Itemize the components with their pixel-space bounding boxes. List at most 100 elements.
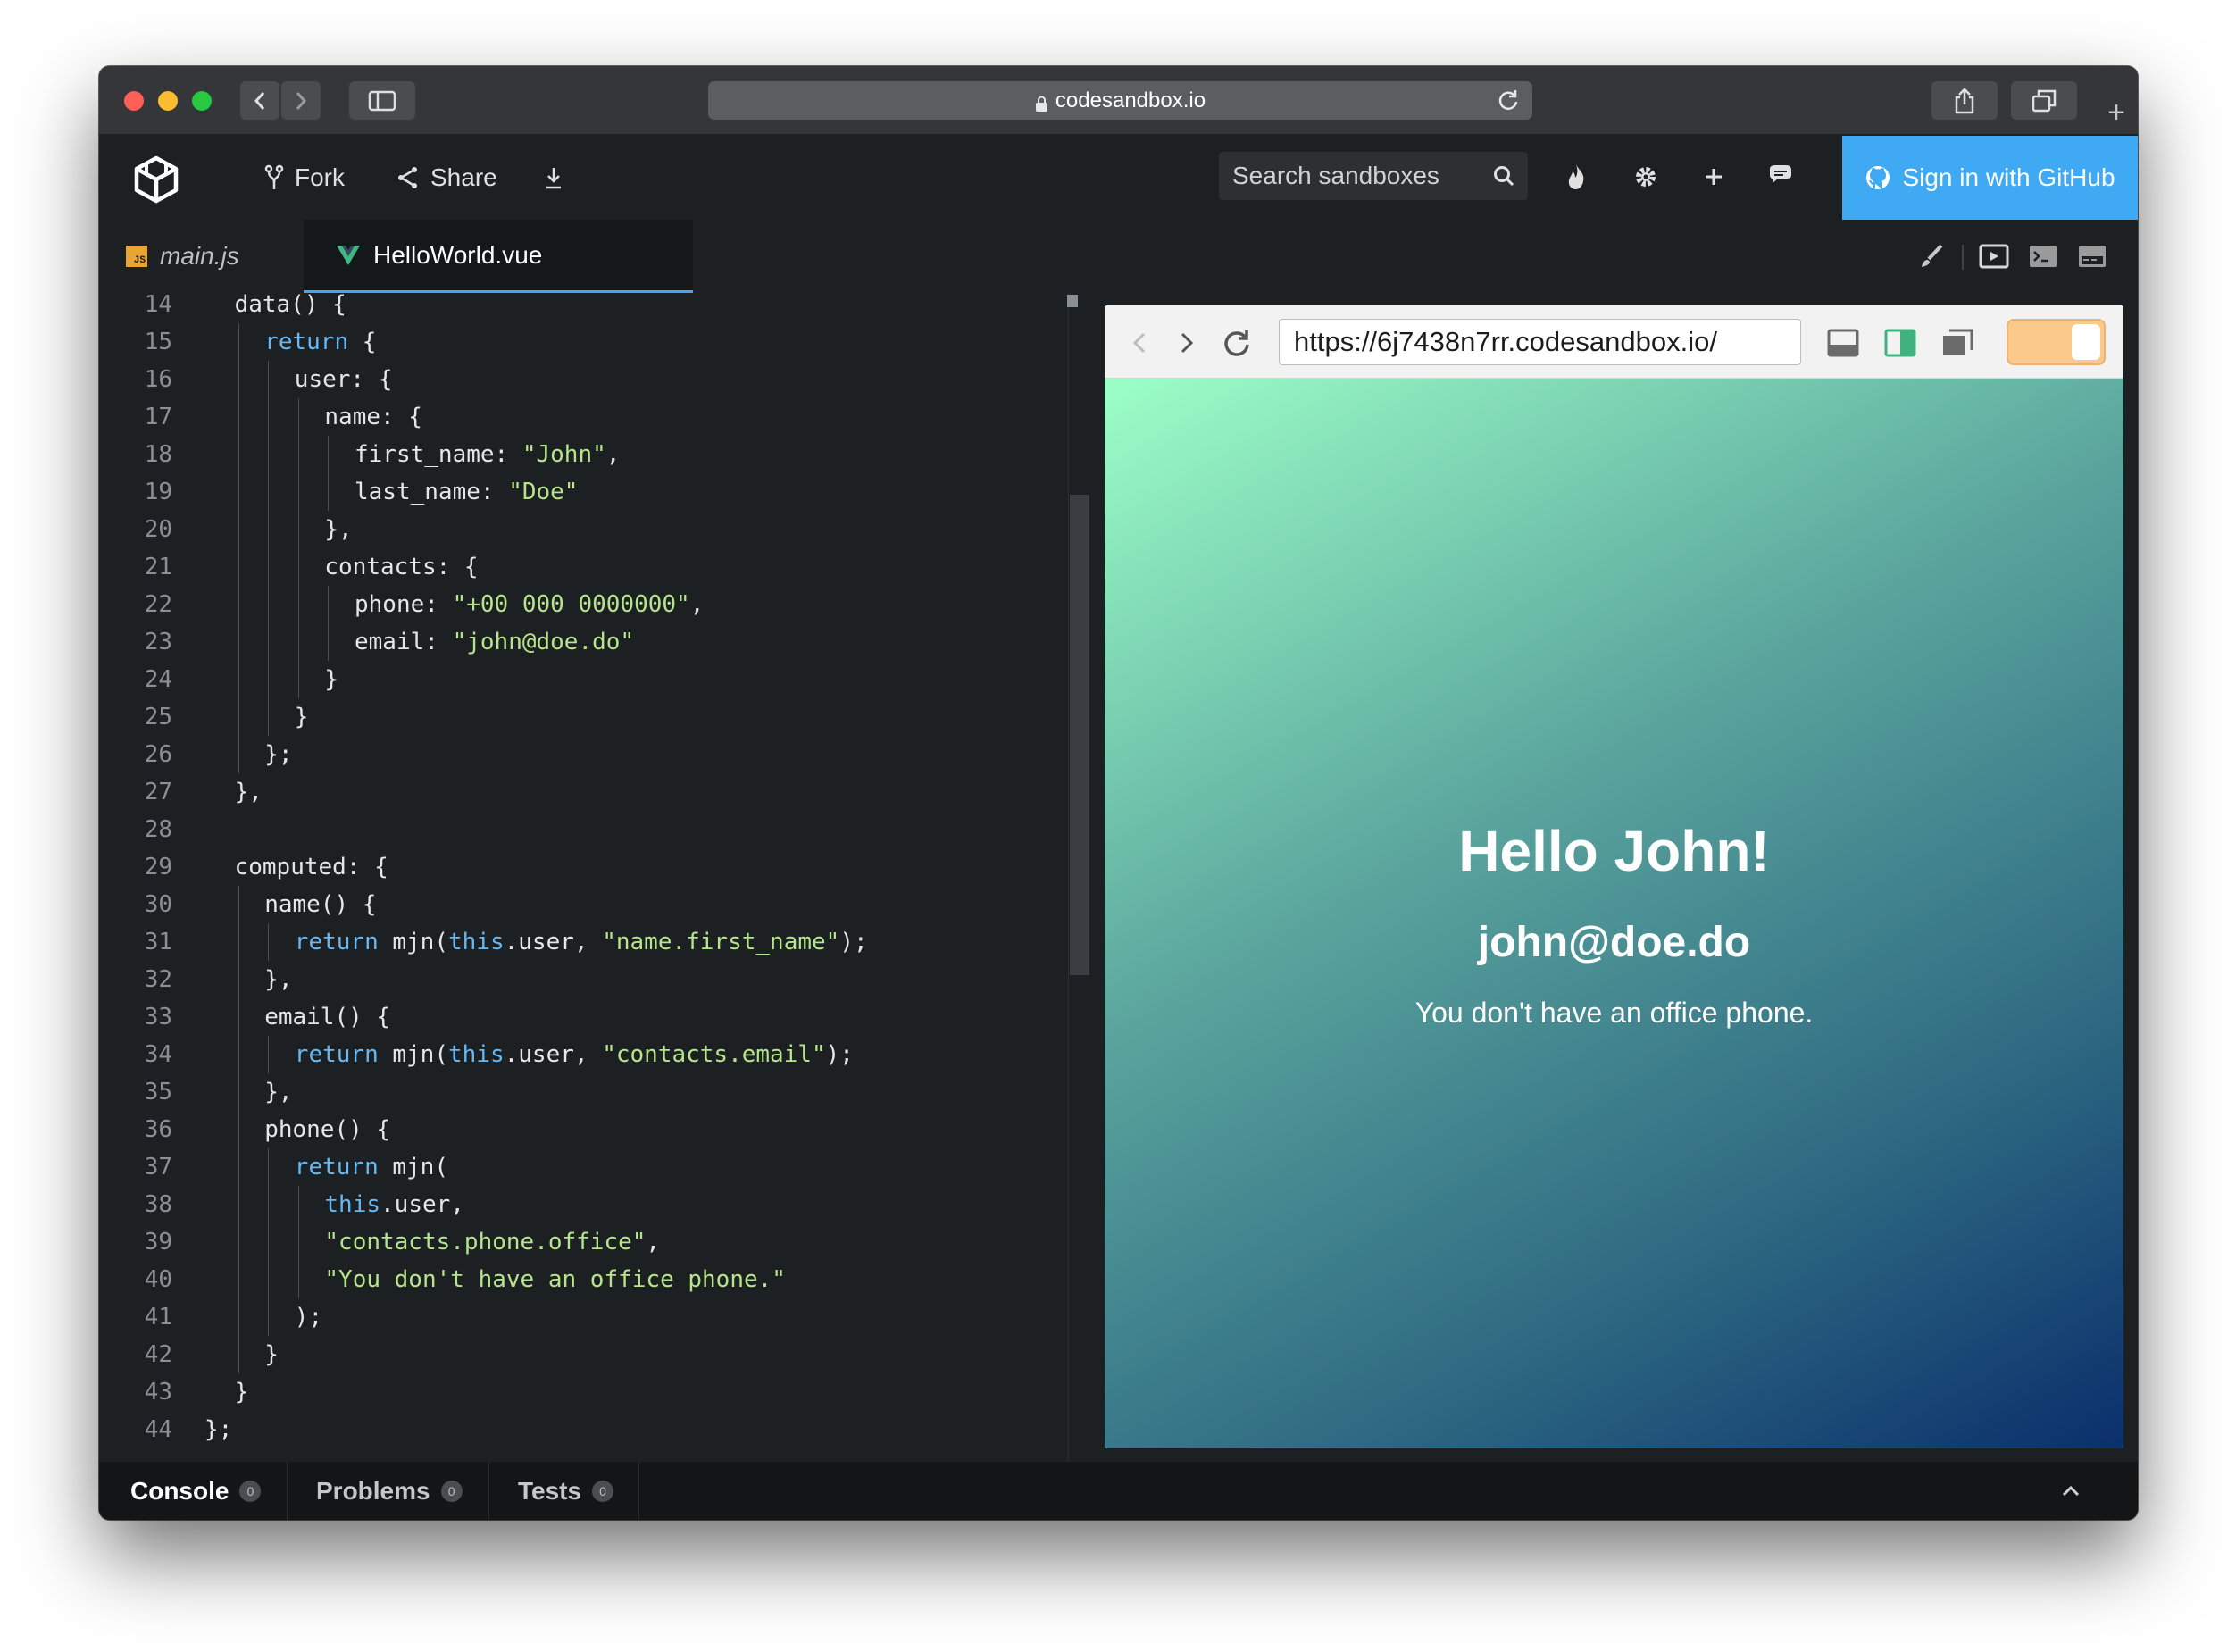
- minimize-window-button[interactable]: [158, 91, 178, 111]
- line-number: 14: [144, 293, 172, 318]
- indent-guide: [268, 1298, 270, 1336]
- layout-split-icon[interactable]: [1883, 327, 1917, 359]
- code-text: this.user,: [324, 1186, 464, 1223]
- title-bar: codesandbox.io +: [99, 66, 2138, 135]
- indent-guide: [238, 323, 239, 361]
- code-text: "You don't have an office phone.": [324, 1261, 786, 1298]
- preview-toggle-switch[interactable]: [2007, 319, 2106, 365]
- indent-guide: [238, 698, 239, 736]
- code-text: return {: [264, 323, 376, 361]
- layout-bottom-icon[interactable]: [1826, 327, 1860, 359]
- line-number: 40: [144, 1266, 172, 1293]
- gear-icon[interactable]: [1631, 162, 1661, 192]
- github-icon: [1866, 166, 1890, 189]
- indent-guide: [238, 886, 239, 923]
- line-number: 43: [144, 1379, 172, 1406]
- chat-icon[interactable]: [1765, 162, 1796, 192]
- download-icon: [546, 168, 561, 189]
- code-line: 23 email: "john@doe.do": [99, 623, 1068, 661]
- indent-guide: [268, 398, 270, 436]
- code-text: "contacts.phone.office",: [324, 1223, 660, 1261]
- share-button[interactable]: Share: [396, 160, 497, 196]
- close-window-button[interactable]: [124, 91, 144, 111]
- indent-guide: [238, 1336, 239, 1373]
- indent-guide: [238, 361, 239, 398]
- indent-guide: [238, 398, 239, 436]
- line-number: 28: [144, 816, 172, 843]
- sidebar-toggle-button[interactable]: [349, 81, 415, 120]
- phone-message: You don't have an office phone.: [1414, 997, 1814, 1029]
- forward-button[interactable]: [281, 81, 321, 120]
- code-line: 37 return mjn(: [99, 1148, 1068, 1186]
- code-line: 21 contacts: {: [99, 548, 1068, 586]
- plus-icon[interactable]: [1698, 162, 1729, 192]
- fork-button[interactable]: Fork: [264, 160, 345, 196]
- code-line: 39 "contacts.phone.office",: [99, 1223, 1068, 1261]
- preview-refresh-icon[interactable]: [1220, 327, 1254, 359]
- line-number: 34: [144, 1041, 172, 1068]
- terminal-icon[interactable]: [2028, 243, 2058, 270]
- tab-helloworld-vue[interactable]: HelloWorld.vue: [304, 220, 693, 293]
- new-tab-button[interactable]: +: [2095, 90, 2138, 135]
- code-line: 30 name() {: [99, 886, 1068, 923]
- preview-url-input[interactable]: https://6j7438n7rr.codesandbox.io/: [1279, 319, 1801, 365]
- indent-guide: [268, 1186, 270, 1223]
- code-line: 26};: [99, 736, 1068, 773]
- codesandbox-logo-icon[interactable]: [131, 154, 181, 204]
- line-number: 24: [144, 666, 172, 693]
- toolbar-divider: [1962, 245, 1964, 270]
- line-number: 27: [144, 779, 172, 805]
- console-layout-icon[interactable]: [2077, 243, 2107, 270]
- indent-guide: [268, 661, 270, 698]
- code-lines: 14 data() {15 return {16 user: {17 name: {18…: [99, 293, 1068, 1448]
- indent-guide: [238, 548, 239, 586]
- search-sandboxes-input[interactable]: Search sandboxes: [1219, 152, 1528, 200]
- editor-scrollbar-thumb[interactable]: [1070, 495, 1089, 975]
- code-line: 20},: [99, 511, 1068, 548]
- code-token: },: [264, 1079, 293, 1106]
- code-line: 28: [99, 811, 1068, 848]
- code-text: }: [295, 698, 309, 736]
- js-file-icon: JS: [126, 246, 147, 267]
- preview-forward-icon[interactable]: [1170, 327, 1204, 359]
- code-token: .user,: [504, 1041, 603, 1068]
- search-icon: [1494, 166, 1514, 187]
- indent-guide: [238, 1261, 239, 1298]
- sign-in-github-button[interactable]: Sign in with GitHub: [1842, 136, 2138, 220]
- code-token: "You don't have an office phone.": [324, 1266, 786, 1293]
- share-page-button[interactable]: [1931, 81, 1998, 120]
- layout-window-icon[interactable]: [1940, 327, 1974, 359]
- code-text: }: [324, 661, 338, 698]
- preview-back-icon[interactable]: [1122, 327, 1156, 359]
- code-editor[interactable]: 14 data() {15 return {16 user: {17 name: {18…: [99, 293, 1068, 1462]
- code-token: contacts: {: [324, 554, 479, 580]
- address-bar[interactable]: codesandbox.io: [708, 81, 1532, 120]
- tabs-overview-button[interactable]: [2011, 81, 2077, 120]
- code-line: 17 name: {: [99, 398, 1068, 436]
- code-text: }: [264, 1336, 279, 1373]
- code-token: }: [294, 704, 309, 730]
- paintbrush-icon[interactable]: [1916, 243, 1947, 270]
- tab-console[interactable]: Console 0: [130, 1462, 262, 1520]
- code-text: },: [264, 961, 292, 998]
- indent-guide: [297, 548, 299, 586]
- download-button[interactable]: [544, 160, 563, 196]
- indent-guide: [297, 623, 299, 661]
- code-token: this: [448, 929, 505, 955]
- indent-guide: [268, 361, 270, 398]
- maximize-window-button[interactable]: [192, 91, 212, 111]
- reload-icon[interactable]: [1497, 88, 1520, 112]
- tab-problems[interactable]: Problems 0: [316, 1462, 463, 1520]
- fork-label: Fork: [295, 163, 345, 191]
- code-token: },: [264, 966, 293, 993]
- code-text: computed: {: [235, 848, 388, 886]
- indent-guide: [268, 1036, 270, 1073]
- back-button[interactable]: [240, 81, 280, 120]
- chevron-up-icon[interactable]: [2057, 1478, 2084, 1505]
- preview-browser: https://6j7438n7rr.codesandbox.io/ Hello…: [1105, 305, 2123, 1448]
- indent-guide: [328, 623, 330, 661]
- flame-icon[interactable]: [1561, 162, 1591, 192]
- preview-window-icon[interactable]: [1979, 243, 2009, 270]
- tab-tests[interactable]: Tests 0: [518, 1462, 614, 1520]
- line-number: 32: [144, 966, 172, 993]
